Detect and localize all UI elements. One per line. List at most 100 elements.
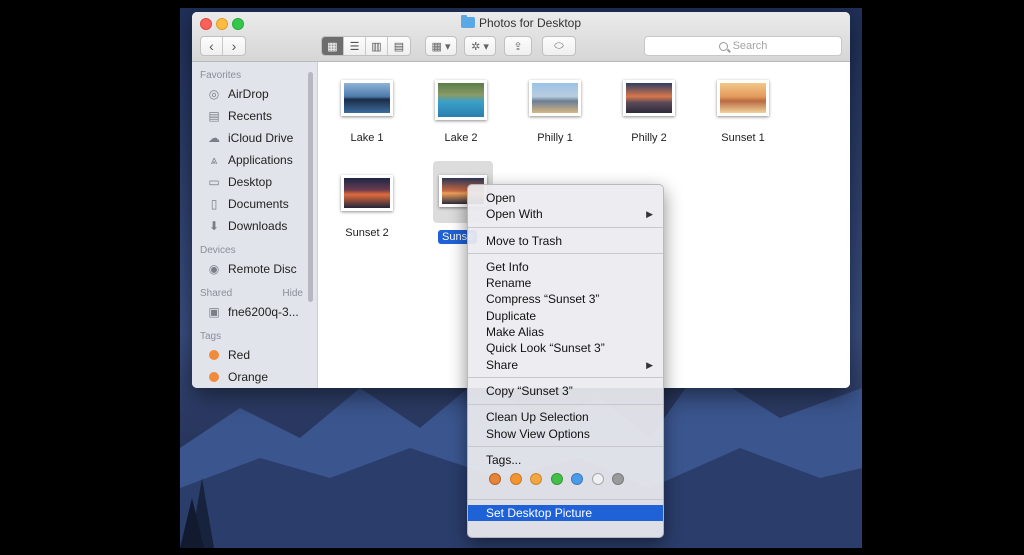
gallery-view-button[interactable]: ▤ bbox=[388, 37, 410, 55]
sidebar-item-tag-red[interactable]: Red bbox=[192, 344, 317, 366]
search-icon bbox=[718, 41, 728, 51]
recents-icon: ▤ bbox=[208, 109, 220, 123]
list-view-button[interactable]: ☰ bbox=[344, 37, 366, 55]
menu-separator bbox=[468, 377, 663, 379]
sidebar-item-label: AirDrop bbox=[228, 87, 269, 101]
tag-green-button[interactable] bbox=[550, 473, 563, 486]
menu-item-show-view-options[interactable]: Show View Options bbox=[468, 426, 663, 442]
view-mode-control: ▦ ☰ ▥ ▤ bbox=[321, 36, 411, 56]
file-item[interactable]: Sunset 1 bbox=[698, 80, 788, 144]
tag-color-picker bbox=[468, 468, 663, 490]
back-button[interactable]: ‹ bbox=[201, 37, 223, 55]
title-bar: Photos for Desktop ‹ › ▦ ☰ ▥ ▤ ▦ ▾ ✲ ▾ ⇪… bbox=[192, 12, 850, 62]
image-thumbnail bbox=[341, 175, 393, 211]
menu-item-copy[interactable]: Copy “Sunset 3” bbox=[468, 383, 663, 399]
sidebar-item-desktop[interactable]: ▭ Desktop bbox=[192, 171, 317, 193]
menu-item-share[interactable]: Share ▶ bbox=[468, 357, 663, 373]
disc-icon: ◉ bbox=[208, 262, 220, 276]
sidebar-header-devices: Devices bbox=[200, 245, 236, 256]
sidebar-item-label: Remote Disc bbox=[228, 262, 297, 276]
menu-item-rename[interactable]: Rename bbox=[468, 275, 663, 291]
window-title: Photos for Desktop bbox=[192, 15, 850, 30]
folder-icon bbox=[460, 15, 475, 28]
file-name: Philly 2 bbox=[631, 132, 667, 144]
menu-item-tags[interactable]: Tags... bbox=[468, 452, 663, 468]
tag-yellow-button[interactable] bbox=[530, 473, 542, 486]
action-button[interactable]: ✲ ▾ bbox=[464, 36, 496, 56]
tag-blue-button[interactable] bbox=[571, 473, 583, 486]
sidebar-item-shared-computer[interactable]: ▣ fne6200q-3... bbox=[192, 301, 317, 323]
downloads-icon: ⬇ bbox=[208, 219, 220, 233]
file-name: Lake 1 bbox=[350, 132, 384, 144]
submenu-arrow-icon: ▶ bbox=[646, 209, 653, 220]
submenu-arrow-icon: ▶ bbox=[646, 359, 653, 370]
image-thumbnail bbox=[717, 80, 769, 116]
search-field[interactable]: Search bbox=[644, 36, 842, 56]
documents-icon: ▯ bbox=[210, 197, 218, 211]
nav-buttons: ‹ › bbox=[200, 36, 246, 56]
file-item[interactable]: Sunset 2 bbox=[322, 175, 412, 239]
applications-icon: ⩓ bbox=[210, 152, 218, 167]
sidebar-item-airdrop[interactable]: ◎ AirDrop bbox=[192, 83, 317, 105]
sidebar-item-applications[interactable]: ⩓ Applications bbox=[192, 149, 317, 171]
sidebar-item-remote-disc[interactable]: ◉ Remote Disc bbox=[192, 258, 317, 280]
search-placeholder: Search bbox=[732, 40, 768, 52]
sidebar-scrollbar[interactable] bbox=[308, 72, 313, 302]
hide-shared-button[interactable]: Hide bbox=[282, 288, 303, 299]
file-item[interactable]: Philly 1 bbox=[510, 80, 600, 144]
tag-gray-button[interactable] bbox=[612, 473, 624, 486]
image-thumbnail bbox=[623, 80, 675, 116]
menu-separator bbox=[468, 403, 663, 405]
sidebar-item-label: Desktop bbox=[228, 175, 273, 189]
sidebar-item-icloud-drive[interactable]: ☁ iCloud Drive bbox=[192, 127, 317, 149]
sidebar-item-tag-orange[interactable]: Orange bbox=[192, 366, 317, 388]
sidebar-item-label: Red bbox=[228, 348, 251, 362]
sidebar-item-label: fne6200q-3... bbox=[228, 305, 299, 319]
sidebar-item-documents[interactable]: ▯ Documents bbox=[192, 193, 317, 215]
tag-color-dot bbox=[209, 350, 219, 360]
menu-separator bbox=[468, 227, 663, 229]
image-thumbnail bbox=[435, 80, 487, 120]
sidebar-item-label: iCloud Drive bbox=[228, 131, 294, 145]
menu-item-open[interactable]: Open bbox=[468, 190, 663, 206]
menu-item-label: Open With bbox=[486, 207, 543, 222]
menu-item-quick-look[interactable]: Quick Look “Sunset 3” bbox=[468, 340, 663, 356]
menu-item-move-to-trash[interactable]: Move to Trash bbox=[468, 233, 663, 249]
tag-purple-button[interactable] bbox=[591, 473, 604, 486]
share-button[interactable]: ⇪ bbox=[504, 36, 532, 56]
menu-item-compress[interactable]: Compress “Sunset 3” bbox=[468, 291, 663, 307]
menu-item-duplicate[interactable]: Duplicate bbox=[468, 308, 663, 324]
menu-item-make-alias[interactable]: Make Alias bbox=[468, 324, 663, 340]
file-item[interactable]: Lake 2 bbox=[416, 80, 506, 144]
file-item[interactable]: Philly 2 bbox=[604, 80, 694, 144]
sidebar-item-downloads[interactable]: ⬇ Downloads bbox=[192, 215, 317, 237]
sidebar-item-recents[interactable]: ▤ Recents bbox=[192, 105, 317, 127]
sidebar-item-label: Documents bbox=[228, 197, 289, 211]
tags-button[interactable]: ⬭ bbox=[542, 36, 576, 56]
sidebar-item-label: Applications bbox=[228, 153, 293, 167]
image-thumbnail bbox=[529, 80, 581, 116]
sidebar-item-label: Orange bbox=[228, 370, 269, 384]
menu-item-label: Share bbox=[486, 357, 519, 372]
icon-view-button[interactable]: ▦ bbox=[322, 37, 344, 55]
sidebar-header-favorites: Favorites bbox=[200, 70, 242, 81]
tag-color-dot bbox=[209, 372, 219, 382]
sidebar-item-label: Downloads bbox=[228, 219, 288, 233]
file-name: Sunset 1 bbox=[721, 132, 765, 144]
tag-orange-button[interactable] bbox=[509, 473, 522, 486]
desktop-icon: ▭ bbox=[208, 175, 220, 189]
forward-button[interactable]: › bbox=[223, 37, 245, 55]
menu-item-clean-up-selection[interactable]: Clean Up Selection bbox=[468, 409, 663, 425]
menu-item-get-info[interactable]: Get Info bbox=[468, 259, 663, 275]
menu-item-set-desktop-picture[interactable]: Set Desktop Picture bbox=[468, 504, 663, 521]
file-item[interactable]: Lake 1 bbox=[322, 80, 412, 144]
group-button[interactable]: ▦ ▾ bbox=[425, 36, 457, 56]
menu-item-open-with[interactable]: Open With ▶ bbox=[468, 206, 663, 222]
menu-separator bbox=[468, 446, 663, 448]
file-name: Lake 2 bbox=[444, 132, 478, 144]
sidebar-header-label: Shared bbox=[200, 288, 233, 299]
menu-separator bbox=[468, 499, 663, 501]
computer-icon: ▣ bbox=[208, 305, 220, 319]
column-view-button[interactable]: ▥ bbox=[366, 37, 388, 55]
tag-red-button[interactable] bbox=[489, 473, 501, 486]
